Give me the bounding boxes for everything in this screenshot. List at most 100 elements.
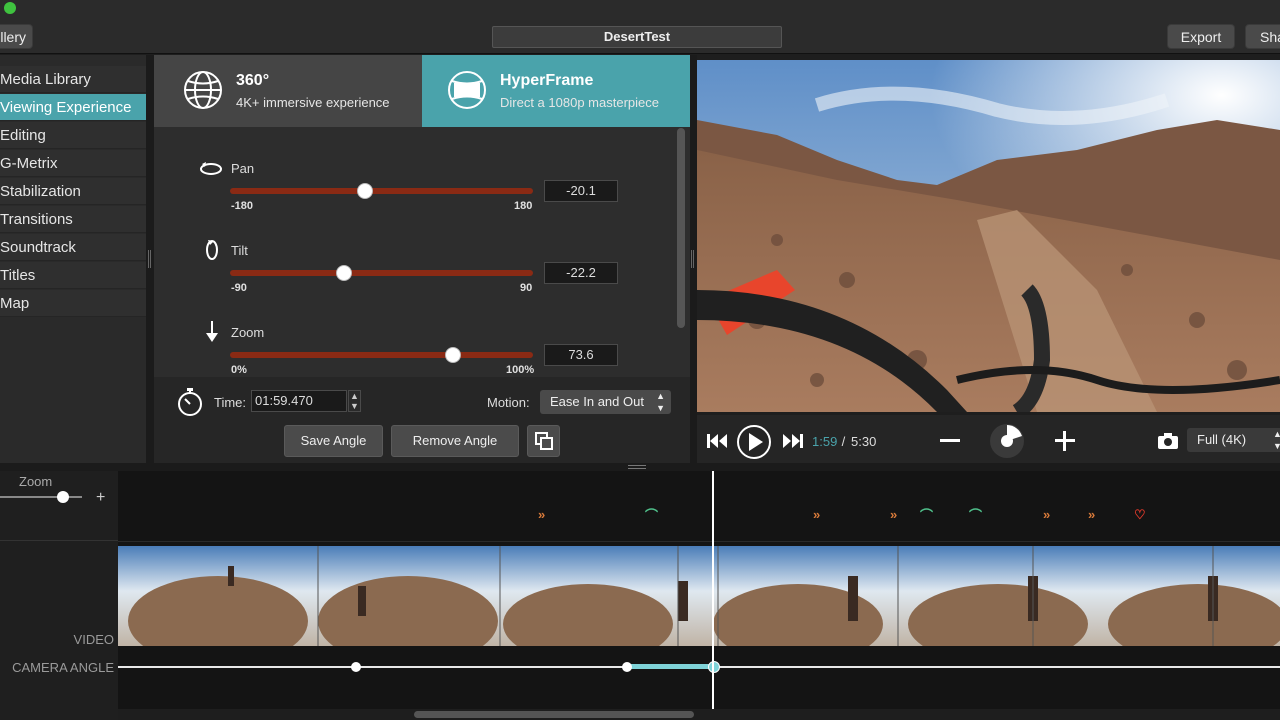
mode-hyperframe-title: HyperFrame	[500, 72, 594, 89]
document-title: DesertTest	[492, 26, 782, 48]
pan-slider-thumb[interactable]	[356, 183, 373, 199]
motion-label: Motion:	[487, 395, 530, 410]
tilt-slider-thumb[interactable]	[336, 265, 353, 281]
tilt-value-field[interactable]: -22.2	[544, 262, 618, 284]
time-stepper[interactable]: ▲ ▼	[348, 390, 361, 412]
playhead[interactable]	[712, 471, 714, 711]
pan-max-label: 180	[514, 200, 533, 212]
quality-select-value: Full (4K)	[1197, 432, 1247, 447]
sidebar-item-g-metrix[interactable]: G-Metrix	[0, 150, 146, 177]
zoom-max-label: 100%	[506, 364, 535, 376]
skip-back-icon[interactable]	[706, 432, 728, 450]
camera-angle-track-label: CAMERA ANGLE	[12, 660, 114, 675]
sidebar-item-map[interactable]: Map	[0, 290, 146, 317]
sidebar-item-viewing-experience[interactable]: Viewing Experience	[0, 94, 146, 121]
timeline-zoom-thumb[interactable]	[57, 491, 69, 503]
audio-marker-icon[interactable]: ⌒	[645, 505, 658, 524]
copy-angle-button[interactable]	[527, 425, 560, 457]
transition-marker-icon[interactable]: »	[538, 507, 545, 522]
tilt-slider-track[interactable]	[230, 270, 533, 276]
camera-keyframe-selected[interactable]	[708, 661, 720, 673]
camera-icon[interactable]	[1157, 432, 1179, 450]
gallery-button[interactable]: llery	[0, 24, 33, 49]
panel-scrollbar[interactable]	[677, 128, 685, 328]
timeline-zoom-slider[interactable]	[0, 496, 82, 498]
sidebar-item-transitions[interactable]: Transitions	[0, 206, 146, 233]
skip-forward-icon[interactable]	[782, 432, 804, 450]
play-icon[interactable]	[736, 424, 772, 460]
sidebar-resize-handle[interactable]	[146, 55, 154, 463]
current-time: 1:59	[812, 434, 838, 449]
tilt-max-label: 90	[520, 282, 533, 294]
pan-slider-track[interactable]	[230, 188, 533, 194]
stopwatch-icon	[178, 388, 202, 416]
audio-marker-icon[interactable]: ⌒	[969, 505, 982, 524]
zoom-in-icon[interactable]	[1054, 430, 1076, 452]
tilt-min-label: -90	[231, 282, 247, 294]
share-button[interactable]: Sha	[1245, 24, 1280, 49]
transition-marker-icon[interactable]: »	[890, 507, 897, 522]
transition-marker-icon[interactable]: »	[1043, 507, 1050, 522]
time-field[interactable]: 01:59.470	[251, 390, 347, 412]
sidebar-item-titles[interactable]: Titles	[0, 262, 146, 289]
time-separator: /	[838, 434, 849, 449]
save-angle-button[interactable]: Save Angle	[284, 425, 383, 457]
pan-label: Pan	[231, 161, 255, 176]
view-angle-dial-icon[interactable]	[989, 423, 1025, 459]
zoom-slider-thumb[interactable]	[445, 347, 461, 363]
video-track-label: VIDEO	[73, 632, 114, 647]
motion-select-value: Ease In and Out	[550, 394, 644, 409]
globe-frame-icon	[448, 71, 486, 109]
pan-value-field[interactable]: -20.1	[544, 180, 618, 202]
select-arrows-icon: ▲ ▼	[656, 391, 665, 413]
zoom-min-label: 0%	[231, 364, 247, 376]
mode-360-option[interactable]: 360° 4K+ immersive experience	[154, 55, 422, 127]
zoom-slider-track[interactable]	[230, 352, 533, 358]
mode-hyperframe-subtitle: Direct a 1080p masterpiece	[500, 95, 659, 110]
mode-360-title: 360°	[236, 72, 270, 89]
audio-marker-icon[interactable]: ⌒	[920, 505, 933, 524]
zoom-value-field[interactable]: 73.6	[544, 344, 618, 366]
sidebar: Media Library Viewing Experience Editing…	[0, 55, 146, 463]
pan-min-label: -180	[231, 200, 254, 212]
motion-select[interactable]: Ease In and Out ▲ ▼	[540, 390, 671, 414]
video-thumbnail-strip	[118, 546, 1280, 646]
camera-keyframe[interactable]	[622, 662, 632, 672]
sidebar-item-soundtrack[interactable]: Soundtrack	[0, 234, 146, 261]
zoom-label: Zoom	[231, 325, 265, 340]
select-arrows-icon: ▲ ▼	[1273, 429, 1280, 451]
tilt-label: Tilt	[231, 243, 248, 258]
timeline-scrollbar-thumb[interactable]	[414, 711, 694, 718]
transition-marker-icon[interactable]: »	[1088, 507, 1095, 522]
mode-360-subtitle: 4K+ immersive experience	[236, 95, 390, 110]
timeline-splitter[interactable]	[0, 463, 1280, 471]
video-preview[interactable]	[697, 60, 1280, 412]
pan-icon	[200, 162, 222, 175]
globe-icon	[184, 71, 222, 109]
tilt-icon	[206, 240, 218, 260]
timeline-zoom-label: Zoom	[19, 474, 53, 489]
sidebar-item-media-library[interactable]: Media Library	[0, 66, 146, 93]
time-label: Time:	[214, 395, 247, 410]
heart-marker-icon[interactable]: ♡	[1134, 507, 1146, 523]
total-time: 5:30	[851, 434, 877, 449]
export-button[interactable]: Export	[1167, 24, 1235, 49]
remove-angle-button[interactable]: Remove Angle	[391, 425, 519, 457]
zoom-out-icon[interactable]	[939, 432, 961, 450]
quality-select[interactable]: Full (4K) ▲ ▼	[1187, 428, 1280, 452]
transition-marker-icon[interactable]: »	[813, 507, 820, 522]
preview-resize-handle[interactable]	[690, 55, 697, 463]
mode-hyperframe-option[interactable]: HyperFrame Direct a 1080p masterpiece	[422, 55, 690, 127]
video-track[interactable]	[118, 546, 1280, 646]
copy-icon	[534, 432, 553, 450]
camera-angle-active-segment	[627, 664, 714, 669]
zoom-arrow-icon	[206, 321, 218, 342]
camera-keyframe[interactable]	[351, 662, 361, 672]
sidebar-item-editing[interactable]: Editing	[0, 122, 146, 149]
timeline-zoom-in-button[interactable]: +	[96, 489, 105, 507]
desert-trail-image	[697, 60, 1280, 412]
timeline-track-headers	[0, 471, 118, 720]
sidebar-item-stabilization[interactable]: Stabilization	[0, 178, 146, 205]
timeline-scrollbar[interactable]	[118, 709, 1280, 720]
window-zoom-button[interactable]	[4, 2, 16, 14]
